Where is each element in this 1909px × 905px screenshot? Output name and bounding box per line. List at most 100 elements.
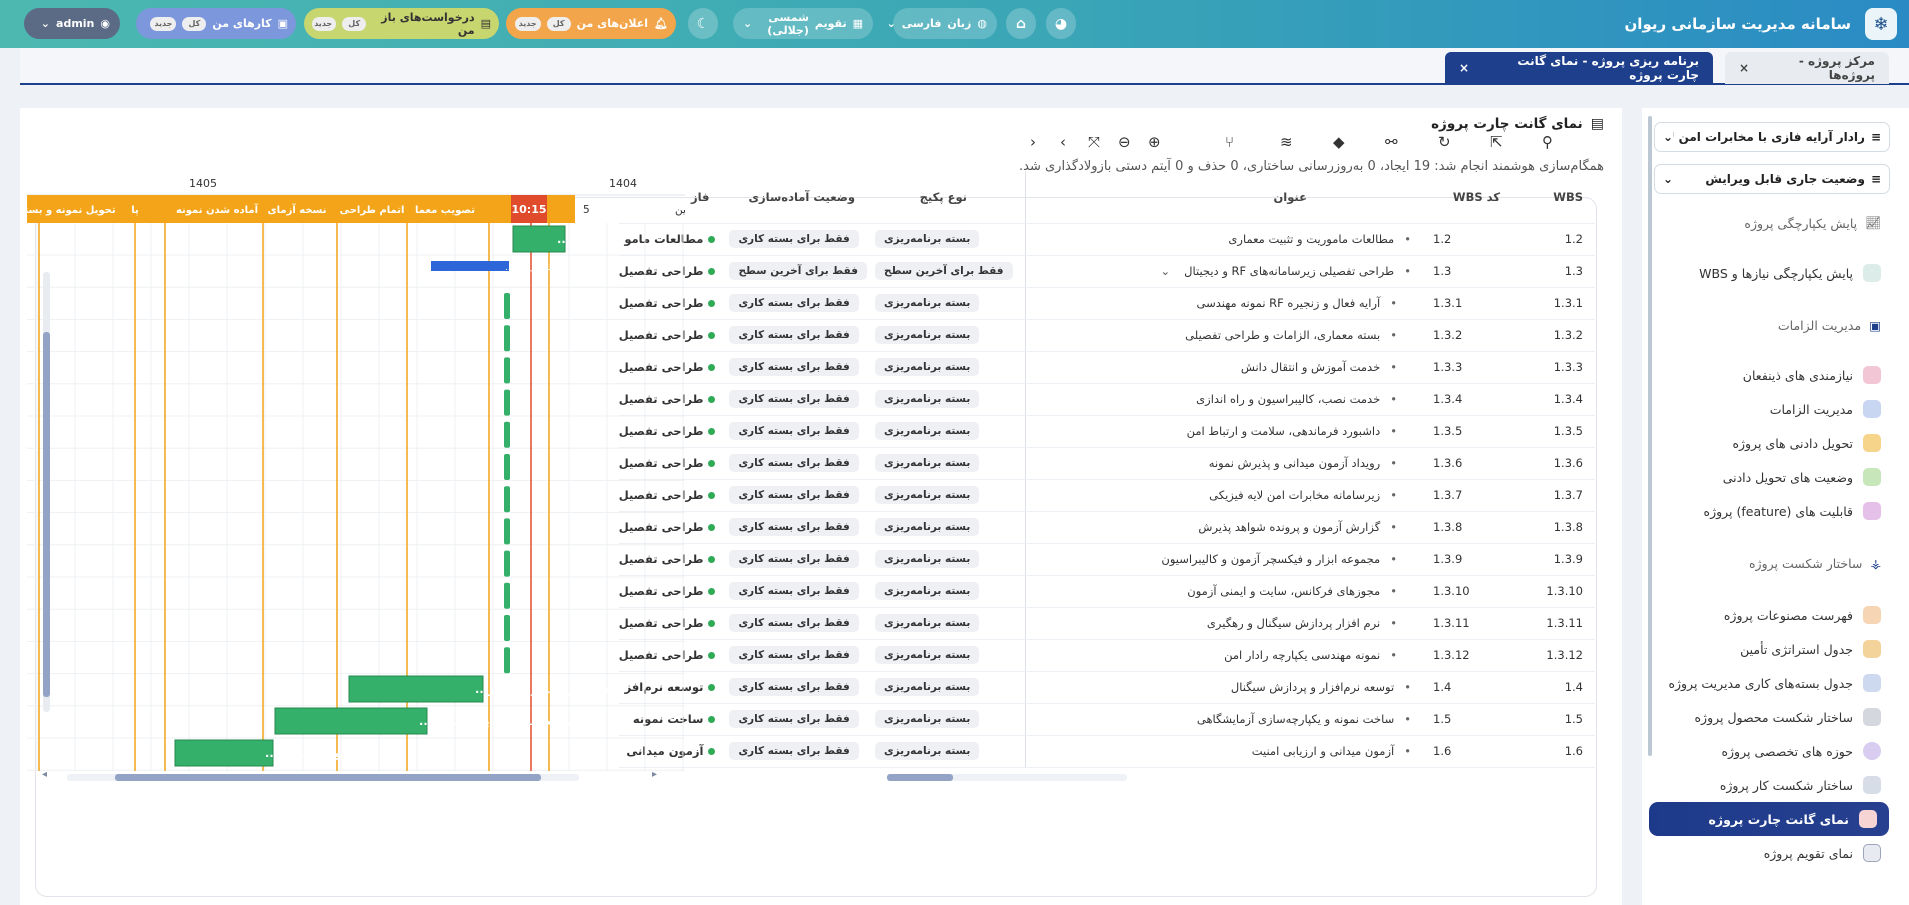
notifications-button[interactable]: 🔔︎ اعلان‌های من کل جدید	[506, 8, 676, 39]
grid-horizontal-scrollbar[interactable]	[887, 774, 1127, 781]
building-icon[interactable]: ⌂	[1006, 8, 1036, 39]
close-icon[interactable]: ×	[1459, 61, 1469, 75]
sidebar-group-breakdown[interactable]: ⚶ ساختار شکست پروژه	[1749, 556, 1881, 571]
chevron-left-icon[interactable]: ‹	[1030, 133, 1036, 151]
project-select[interactable]: ≡ رادار آرایه فازی با مخابرات امن لایه ف…	[1654, 122, 1890, 152]
cell-wbs-code: 1.3.9	[1425, 543, 1510, 576]
sidebar-item-wbs[interactable]: ساختار شکست کار پروژه	[1657, 776, 1881, 794]
task-bar[interactable]	[504, 454, 510, 480]
vertical-scrollbar[interactable]	[43, 272, 50, 712]
task-bar[interactable]	[504, 486, 510, 513]
layers-icon[interactable]: ≋	[1280, 133, 1293, 151]
sidebar-group-requirements[interactable]: ▣ مدیریت الزامات	[1778, 318, 1881, 333]
milestone-icon[interactable]: ◆	[1333, 133, 1345, 151]
table-row[interactable]: 1.3.7 1.3.7 •زیرسامانه مخابرات امن لایه فی…	[618, 479, 1595, 512]
task-bar[interactable]	[504, 582, 510, 609]
scroll-left-icon[interactable]: ◂	[42, 769, 47, 780]
export-icon[interactable]: ⇱	[1490, 133, 1503, 151]
table-row[interactable]: 1.3 1.3 •طراحی تفصیلی زیرسامانه‌های RF و د…	[618, 255, 1595, 288]
chevron-down-icon[interactable]: ⌄	[1160, 264, 1170, 278]
task-bar[interactable]	[504, 421, 510, 448]
col-wbs[interactable]: WBS	[1510, 171, 1595, 224]
scroll-thumb[interactable]	[43, 332, 50, 697]
table-row[interactable]: 1.3.4 1.3.4 •خدمت نصب، کالیبراسیون و راه ا…	[618, 383, 1595, 416]
gantt-bar[interactable]	[348, 675, 484, 703]
task-bar[interactable]	[504, 389, 510, 416]
branch-icon[interactable]: ⑂	[1225, 133, 1234, 151]
language-selector[interactable]: ◍ زبان فارسی ⌄	[887, 8, 997, 39]
col-wbs-code[interactable]: کد WBS	[1425, 171, 1510, 224]
zoom-in-icon[interactable]: ⊕	[1148, 133, 1161, 151]
user-menu[interactable]: ◉ admin ⌄	[24, 8, 120, 39]
requests-button[interactable]: ▤ درخواست‌های باز من کل جدید	[304, 8, 499, 39]
table-row[interactable]: 1.2 1.2 •مطالعات ماموریت و تثبیت معماری بست…	[618, 223, 1595, 256]
chevron-right-icon[interactable]: ›	[1060, 133, 1066, 151]
cell-wbs: 1.3.2	[1510, 319, 1595, 352]
sidebar-item-domains[interactable]: حوزه های تخصصی پروژه	[1657, 742, 1881, 760]
tab-projects[interactable]: مرکز پروژه - پروژه‌ها ×	[1725, 52, 1889, 84]
scroll-thumb[interactable]	[887, 774, 953, 781]
sidebar-item-product-breakdown[interactable]: ساختار شکست محصول پروژه	[1657, 708, 1881, 726]
palette-icon[interactable]: ◕	[1046, 8, 1076, 39]
table-row[interactable]: 1.3.11 1.3.11 •نرم افزار پردازش سیگنال و ر…	[618, 607, 1595, 640]
task-bar[interactable]	[504, 550, 510, 577]
sidebar-item-artifacts[interactable]: فهرست مصنوعات پروژه	[1657, 606, 1881, 624]
table-row[interactable]: 1.4 1.4 •توسعه نرم‌افزار و پردازش سیگنال بس…	[618, 671, 1595, 704]
task-bar[interactable]	[504, 325, 510, 352]
table-row[interactable]: 1.3.12 1.3.12 •نمونه مهندسی یکپارچه رادار …	[618, 639, 1595, 672]
table-row[interactable]: 1.3.1 1.3.1 •آرایه فعال و زنجیره RF نمونه …	[618, 287, 1595, 320]
sidebar-item-work-packages[interactable]: جدول بسته‌های کاری مدیریت پروژه	[1657, 674, 1881, 692]
sidebar-item-calendar[interactable]: نمای تقویم پروژه	[1657, 844, 1881, 862]
sidebar-item-stakeholders[interactable]: نیازمندی های ذینفعان	[1657, 366, 1881, 384]
clipboard-icon: ▣	[1869, 318, 1881, 333]
status-select[interactable]: ≡ وضعیت جاری قابل ویرایش ⌄	[1654, 164, 1890, 194]
sidebar-item-requirements[interactable]: مدیریت الزامات	[1657, 400, 1881, 418]
tasks-button[interactable]: ▣ کارهای من کل جدید	[136, 8, 296, 39]
sidebar-item-deliverables[interactable]: تحویل دادنی های پروژه	[1657, 434, 1881, 452]
close-icon[interactable]: ×	[1739, 61, 1749, 75]
gantt-bar[interactable]	[274, 707, 428, 735]
moon-icon[interactable]: ☾	[688, 8, 718, 39]
table-row[interactable]: 1.3.3 1.3.3 •خدمت آموزش و انتقال دانش بسته …	[618, 351, 1595, 384]
gantt-horizontal-scrollbar[interactable]	[67, 774, 579, 781]
calendar-selector[interactable]: ▦ تقویم شمسی (جلالی) ⌄	[733, 8, 873, 39]
table-row[interactable]: 1.3.8 1.3.8 •گزارش آزمون و پرونده شواهد پذ…	[618, 511, 1595, 544]
fit-icon[interactable]: ⤧	[1088, 133, 1100, 151]
task-bar[interactable]	[504, 647, 510, 674]
date-cell: 1405 فروردین	[675, 204, 685, 216]
task-bar[interactable]	[504, 293, 510, 319]
scroll-thumb[interactable]	[115, 774, 541, 781]
table-row[interactable]: 1.3.9 1.3.9 •مجموعه ابزار و فیکسچر آزمون و…	[618, 543, 1595, 576]
sidebar-item-deliverable-status[interactable]: وضعیت های تحویل دادنی	[1657, 468, 1881, 486]
table-row[interactable]: 1.3.2 1.3.2 •بسته معماری، الزامات و طراحی …	[618, 319, 1595, 352]
zoom-out-icon[interactable]: ⊖	[1118, 133, 1131, 151]
snowflake-icon[interactable]: ❄	[1865, 8, 1897, 40]
sidebar-scrollbar[interactable]	[1648, 116, 1652, 756]
col-package-type[interactable]: نوع پکیج	[867, 171, 1015, 224]
table-row[interactable]: 1.3.10 1.3.10 •مجوزهای فرکانس، سایت و ایمن…	[618, 575, 1595, 608]
hierarchy-icon	[1863, 674, 1881, 692]
col-readiness[interactable]: وضعیت آماده‌سازی	[721, 171, 867, 224]
cell-wbs: 1.3.5	[1510, 415, 1595, 448]
sidebar-item-procurement[interactable]: جدول استراتژی تأمین	[1657, 640, 1881, 658]
sidebar-item-gantt[interactable]: نمای گانت چارت پروژه	[1649, 802, 1889, 836]
task-bar[interactable]	[504, 357, 510, 384]
table-row[interactable]: 1.3.6 1.3.6 •رویداد آزمون میدانی و پذیرش ن…	[618, 447, 1595, 480]
gantt-bar[interactable]	[174, 739, 274, 767]
sidebar-group-integrity[interactable]: 📈︎ پایش یکپارچگی پروژه	[1744, 215, 1881, 231]
sidebar-item-features[interactable]: قابلیت های (feature) پروژه	[1657, 502, 1881, 520]
col-title[interactable]: عنوان	[1025, 171, 1425, 224]
network-icon[interactable]: ⚲	[1542, 133, 1553, 151]
table-row[interactable]: 1.5 1.5 •ساخت نمونه و یکپارچه‌سازی آزمایشگ…	[618, 703, 1595, 736]
dependency-icon[interactable]: ⚯	[1385, 133, 1398, 151]
table-row[interactable]: 1.6 1.6 •آزمون میدانی و ارزیابی امنیت بسته …	[618, 735, 1595, 768]
refresh-icon[interactable]: ↻	[1438, 133, 1451, 151]
task-bar[interactable]	[504, 615, 510, 641]
table-row[interactable]: 1.3.5 1.3.5 •داشبورد فرماندهی، سلامت و ارت…	[618, 415, 1595, 448]
task-bar[interactable]	[504, 518, 510, 545]
tab-gantt[interactable]: برنامه ریزی پروژه - نمای گانت چارت پروژه…	[1445, 52, 1713, 84]
summary-bar[interactable]	[431, 261, 509, 271]
sidebar-item-integrity[interactable]: پایش یکپارچگی نیازها و WBS	[1657, 264, 1881, 282]
calendar-icon: ▦	[852, 17, 863, 30]
scroll-right-icon[interactable]: ▸	[652, 769, 657, 780]
